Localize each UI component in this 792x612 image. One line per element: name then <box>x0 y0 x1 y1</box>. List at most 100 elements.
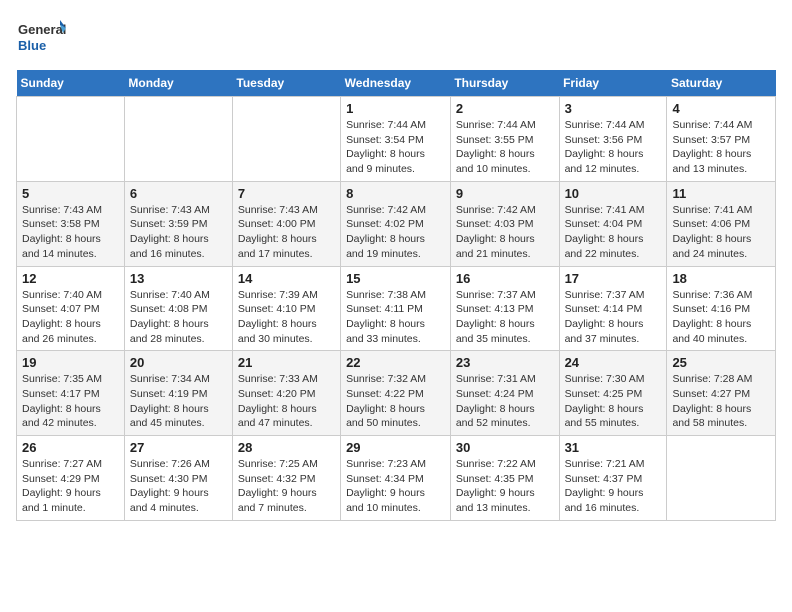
day-info: Sunrise: 7:26 AMSunset: 4:30 PMDaylight:… <box>130 457 227 516</box>
calendar-cell: 11 Sunrise: 7:41 AMSunset: 4:06 PMDayligh… <box>667 181 776 266</box>
day-number: 16 <box>456 271 554 286</box>
day-info: Sunrise: 7:38 AMSunset: 4:11 PMDaylight:… <box>346 288 445 347</box>
day-info: Sunrise: 7:41 AMSunset: 4:04 PMDaylight:… <box>565 203 662 262</box>
day-number: 29 <box>346 440 445 455</box>
day-info: Sunrise: 7:44 AMSunset: 3:55 PMDaylight:… <box>456 118 554 177</box>
calendar-cell: 3 Sunrise: 7:44 AMSunset: 3:56 PMDaylight… <box>559 97 667 182</box>
day-number: 30 <box>456 440 554 455</box>
day-number: 23 <box>456 355 554 370</box>
day-info: Sunrise: 7:44 AMSunset: 3:57 PMDaylight:… <box>672 118 770 177</box>
day-number: 11 <box>672 186 770 201</box>
calendar-cell: 4 Sunrise: 7:44 AMSunset: 3:57 PMDaylight… <box>667 97 776 182</box>
calendar-table: SundayMondayTuesdayWednesdayThursdayFrid… <box>16 70 776 521</box>
svg-text:Blue: Blue <box>18 38 46 53</box>
calendar-cell: 12 Sunrise: 7:40 AMSunset: 4:07 PMDayligh… <box>17 266 125 351</box>
day-number: 10 <box>565 186 662 201</box>
calendar-cell: 14Sunrise: 7:39 AMSunset: 4:10 PMDayligh… <box>232 266 340 351</box>
day-info: Sunrise: 7:43 AMSunset: 4:00 PMDaylight:… <box>238 203 335 262</box>
day-number: 8 <box>346 186 445 201</box>
day-info: Sunrise: 7:43 AMSunset: 3:58 PMDaylight:… <box>22 203 119 262</box>
day-number: 17 <box>565 271 662 286</box>
calendar-cell <box>124 97 232 182</box>
day-info: Sunrise: 7:44 AMSunset: 3:54 PMDaylight:… <box>346 118 445 177</box>
day-info: Sunrise: 7:40 AMSunset: 4:07 PMDaylight:… <box>22 288 119 347</box>
day-info: Sunrise: 7:44 AMSunset: 3:56 PMDaylight:… <box>565 118 662 177</box>
calendar-cell: 28Sunrise: 7:25 AMSunset: 4:32 PMDayligh… <box>232 436 340 521</box>
calendar-cell: 22Sunrise: 7:32 AMSunset: 4:22 PMDayligh… <box>341 351 451 436</box>
day-info: Sunrise: 7:42 AMSunset: 4:03 PMDaylight:… <box>456 203 554 262</box>
calendar-cell: 5 Sunrise: 7:43 AMSunset: 3:58 PMDaylight… <box>17 181 125 266</box>
logo: General Blue <box>16 16 66 58</box>
day-info: Sunrise: 7:33 AMSunset: 4:20 PMDaylight:… <box>238 372 335 431</box>
calendar-cell: 21 Sunrise: 7:33 AMSunset: 4:20 PMDayligh… <box>232 351 340 436</box>
calendar-cell: 16 Sunrise: 7:37 AMSunset: 4:13 PMDayligh… <box>450 266 559 351</box>
day-number: 18 <box>672 271 770 286</box>
svg-text:General: General <box>18 22 66 37</box>
week-row-4: 19Sunrise: 7:35 AMSunset: 4:17 PMDayligh… <box>17 351 776 436</box>
day-number: 9 <box>456 186 554 201</box>
day-number: 24 <box>565 355 662 370</box>
calendar-cell: 24 Sunrise: 7:30 AMSunset: 4:25 PMDayligh… <box>559 351 667 436</box>
day-info: Sunrise: 7:32 AMSunset: 4:22 PMDaylight:… <box>346 372 445 431</box>
calendar-cell: 2 Sunrise: 7:44 AMSunset: 3:55 PMDaylight… <box>450 97 559 182</box>
calendar-cell <box>667 436 776 521</box>
calendar-cell: 30Sunrise: 7:22 AMSunset: 4:35 PMDayligh… <box>450 436 559 521</box>
day-info: Sunrise: 7:28 AMSunset: 4:27 PMDaylight:… <box>672 372 770 431</box>
day-number: 25 <box>672 355 770 370</box>
calendar-body: 1 Sunrise: 7:44 AMSunset: 3:54 PMDaylight… <box>17 97 776 521</box>
day-info: Sunrise: 7:41 AMSunset: 4:06 PMDaylight:… <box>672 203 770 262</box>
day-number: 12 <box>22 271 119 286</box>
calendar-cell: 10 Sunrise: 7:41 AMSunset: 4:04 PMDayligh… <box>559 181 667 266</box>
day-number: 1 <box>346 101 445 116</box>
calendar-cell: 23 Sunrise: 7:31 AMSunset: 4:24 PMDayligh… <box>450 351 559 436</box>
day-number: 5 <box>22 186 119 201</box>
week-row-3: 12 Sunrise: 7:40 AMSunset: 4:07 PMDayligh… <box>17 266 776 351</box>
day-info: Sunrise: 7:36 AMSunset: 4:16 PMDaylight:… <box>672 288 770 347</box>
day-of-week-wednesday: Wednesday <box>341 70 451 97</box>
day-number: 19 <box>22 355 119 370</box>
day-of-week-saturday: Saturday <box>667 70 776 97</box>
day-number: 7 <box>238 186 335 201</box>
calendar-cell: 1 Sunrise: 7:44 AMSunset: 3:54 PMDaylight… <box>341 97 451 182</box>
day-info: Sunrise: 7:43 AMSunset: 3:59 PMDaylight:… <box>130 203 227 262</box>
calendar-cell <box>17 97 125 182</box>
day-number: 13 <box>130 271 227 286</box>
day-number: 31 <box>565 440 662 455</box>
calendar-cell: 17Sunrise: 7:37 AMSunset: 4:14 PMDayligh… <box>559 266 667 351</box>
day-info: Sunrise: 7:30 AMSunset: 4:25 PMDaylight:… <box>565 372 662 431</box>
day-number: 20 <box>130 355 227 370</box>
calendar-cell: 27 Sunrise: 7:26 AMSunset: 4:30 PMDayligh… <box>124 436 232 521</box>
calendar-cell: 9 Sunrise: 7:42 AMSunset: 4:03 PMDaylight… <box>450 181 559 266</box>
day-info: Sunrise: 7:42 AMSunset: 4:02 PMDaylight:… <box>346 203 445 262</box>
day-number: 15 <box>346 271 445 286</box>
week-row-5: 26Sunrise: 7:27 AMSunset: 4:29 PMDayligh… <box>17 436 776 521</box>
calendar-cell: 31 Sunrise: 7:21 AMSunset: 4:37 PMDayligh… <box>559 436 667 521</box>
week-row-2: 5 Sunrise: 7:43 AMSunset: 3:58 PMDaylight… <box>17 181 776 266</box>
day-info: Sunrise: 7:34 AMSunset: 4:19 PMDaylight:… <box>130 372 227 431</box>
week-row-1: 1 Sunrise: 7:44 AMSunset: 3:54 PMDaylight… <box>17 97 776 182</box>
day-of-week-thursday: Thursday <box>450 70 559 97</box>
day-number: 6 <box>130 186 227 201</box>
calendar-cell: 25 Sunrise: 7:28 AMSunset: 4:27 PMDayligh… <box>667 351 776 436</box>
day-info: Sunrise: 7:31 AMSunset: 4:24 PMDaylight:… <box>456 372 554 431</box>
calendar-cell: 29 Sunrise: 7:23 AMSunset: 4:34 PMDayligh… <box>341 436 451 521</box>
day-number: 4 <box>672 101 770 116</box>
day-info: Sunrise: 7:37 AMSunset: 4:13 PMDaylight:… <box>456 288 554 347</box>
day-number: 21 <box>238 355 335 370</box>
calendar-cell: 7 Sunrise: 7:43 AMSunset: 4:00 PMDaylight… <box>232 181 340 266</box>
page-header: General Blue <box>16 16 776 58</box>
calendar-header: SundayMondayTuesdayWednesdayThursdayFrid… <box>17 70 776 97</box>
day-of-week-sunday: Sunday <box>17 70 125 97</box>
calendar-cell: 18 Sunrise: 7:36 AMSunset: 4:16 PMDayligh… <box>667 266 776 351</box>
day-number: 3 <box>565 101 662 116</box>
day-info: Sunrise: 7:21 AMSunset: 4:37 PMDaylight:… <box>565 457 662 516</box>
calendar-cell: 13Sunrise: 7:40 AMSunset: 4:08 PMDayligh… <box>124 266 232 351</box>
day-info: Sunrise: 7:23 AMSunset: 4:34 PMDaylight:… <box>346 457 445 516</box>
calendar-cell: 26Sunrise: 7:27 AMSunset: 4:29 PMDayligh… <box>17 436 125 521</box>
day-info: Sunrise: 7:39 AMSunset: 4:10 PMDaylight:… <box>238 288 335 347</box>
day-info: Sunrise: 7:25 AMSunset: 4:32 PMDaylight:… <box>238 457 335 516</box>
day-of-week-tuesday: Tuesday <box>232 70 340 97</box>
day-number: 2 <box>456 101 554 116</box>
day-number: 27 <box>130 440 227 455</box>
days-of-week-row: SundayMondayTuesdayWednesdayThursdayFrid… <box>17 70 776 97</box>
